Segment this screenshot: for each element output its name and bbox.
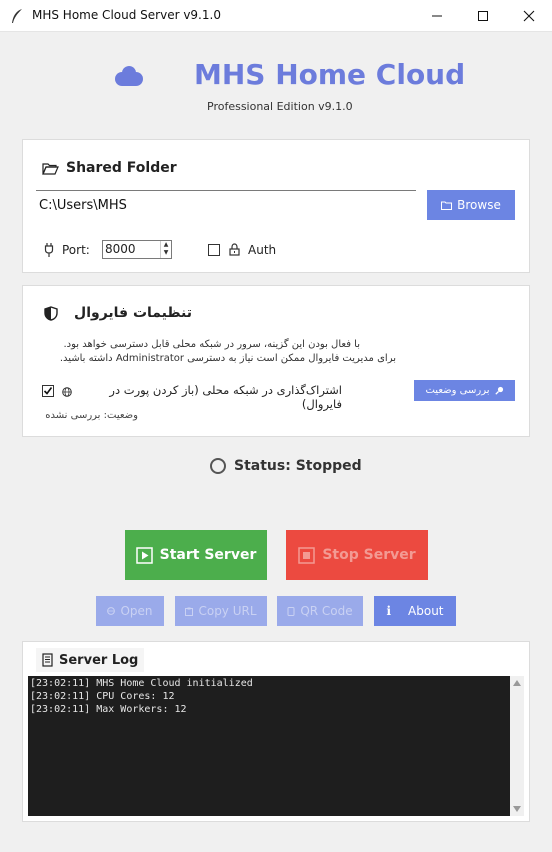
document-icon — [42, 653, 53, 667]
qr-code-button[interactable]: QR Code — [277, 596, 363, 626]
spin-arrows[interactable]: ▲ ▼ — [160, 241, 171, 258]
firewall-description-1: با فعال بودن این گزینه، سرور در شبکه محل… — [63, 339, 360, 350]
folder-icon — [441, 201, 453, 210]
phone-icon — [287, 606, 295, 616]
server-log-header: Server Log — [36, 648, 145, 672]
stop-server-label: Stop Server — [322, 547, 416, 563]
server-log-output[interactable]: [23:02:11] MHS Home Cloud initialized [2… — [28, 676, 524, 816]
cloud-icon — [115, 66, 143, 86]
lock-icon — [229, 243, 240, 256]
title-bar: MHS Home Cloud Server v9.1.0 — [0, 0, 552, 32]
stop-server-button[interactable]: Stop Server — [286, 530, 428, 580]
close-icon — [523, 10, 535, 22]
auth-checkbox[interactable] — [208, 244, 220, 256]
open-label: Open — [120, 604, 153, 618]
app-title: MHS Home Cloud — [194, 58, 466, 91]
plug-icon — [44, 243, 54, 257]
scroll-up-icon[interactable] — [513, 680, 521, 686]
log-line: [23:02:11] CPU Cores: 12 — [30, 691, 175, 702]
close-button[interactable] — [506, 0, 552, 32]
server-status: Status: Stopped — [210, 458, 362, 474]
app-subtitle: Professional Edition v9.1.0 — [207, 100, 353, 113]
auth-label: Auth — [248, 243, 277, 257]
log-line: [23:02:11] MHS Home Cloud initialized — [30, 678, 253, 689]
start-server-label: Start Server — [159, 547, 257, 563]
window-title: MHS Home Cloud Server v9.1.0 — [32, 8, 221, 22]
check-status-label: بررسی وضعیت — [425, 385, 490, 396]
play-icon — [135, 546, 153, 564]
firewall-title: تنظیمات فایروال — [74, 305, 192, 321]
server-log-title: Server Log — [59, 652, 139, 668]
status-circle-icon — [210, 458, 226, 474]
shield-icon — [44, 306, 58, 321]
browse-button[interactable]: Browse — [427, 190, 515, 220]
log-line: [23:02:11] Max Workers: 12 — [30, 704, 187, 715]
copy-url-label: Copy URL — [198, 604, 257, 618]
info-icon: i — [386, 604, 392, 618]
firewall-description-2: برای مدیریت فایروال ممکن است نیاز به دست… — [59, 353, 396, 364]
minimize-button[interactable] — [414, 0, 460, 32]
log-scrollbar[interactable] — [510, 676, 524, 816]
lan-share-checkbox[interactable] — [42, 385, 54, 397]
lan-share-label: اشتراک‌گذاری در شبکه محلی (باز کردن پورت… — [109, 383, 342, 411]
check-status-button[interactable]: بررسی وضعیت — [414, 380, 515, 401]
status-text: Status: Stopped — [234, 458, 362, 474]
clipboard-icon — [185, 607, 194, 616]
copy-url-button[interactable]: Copy URL — [175, 596, 267, 626]
maximize-icon — [478, 11, 488, 21]
port-label: Port: — [62, 243, 90, 257]
about-button[interactable]: i About — [374, 596, 456, 626]
about-label: About — [408, 604, 444, 618]
browse-label: Browse — [457, 198, 501, 212]
globe-icon — [62, 387, 72, 397]
qr-code-label: QR Code — [300, 604, 353, 618]
port-spinbox[interactable]: 8000 ▲ ▼ — [102, 240, 172, 259]
shared-folder-title: Shared Folder — [66, 160, 177, 176]
firewall-status-text: وضعیت: بررسی نشده — [45, 410, 138, 421]
folder-path-input[interactable] — [36, 190, 416, 220]
open-button[interactable]: Open — [96, 596, 164, 626]
feather-icon — [12, 9, 22, 23]
search-icon — [494, 386, 503, 395]
minimize-icon — [432, 15, 442, 17]
globe-icon — [107, 607, 116, 615]
stop-icon — [298, 546, 316, 564]
port-value: 8000 — [105, 242, 136, 256]
check-icon — [43, 387, 53, 395]
scroll-down-icon[interactable] — [513, 806, 521, 812]
maximize-button[interactable] — [460, 0, 506, 32]
start-server-button[interactable]: Start Server — [125, 530, 267, 580]
folder-open-icon — [42, 163, 59, 175]
